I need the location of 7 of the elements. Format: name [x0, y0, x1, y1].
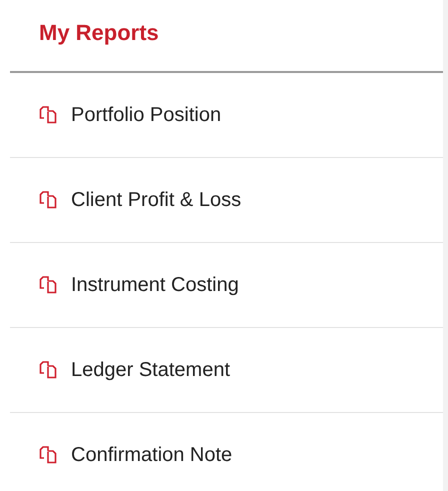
documents-icon	[39, 446, 57, 464]
section-title: My Reports	[39, 20, 159, 46]
documents-icon	[39, 276, 57, 294]
report-link[interactable]: Confirmation Note	[10, 413, 443, 491]
documents-icon	[39, 361, 57, 379]
documents-icon	[39, 106, 57, 124]
documents-icon	[39, 191, 57, 209]
